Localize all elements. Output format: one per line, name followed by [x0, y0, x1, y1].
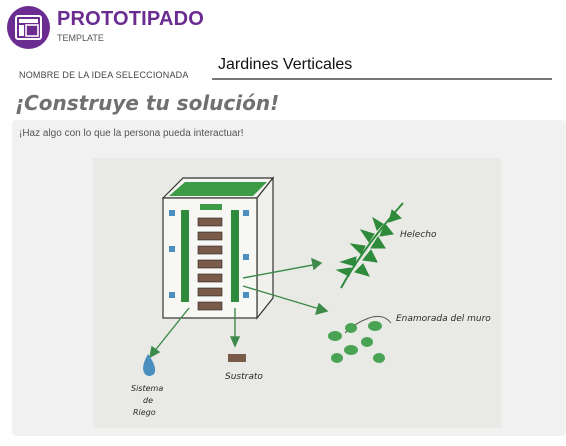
- instruction-text: ¡Haz algo con lo que la persona pueda in…: [19, 128, 244, 139]
- prototype-sketch: Helecho Enamorada del muro Sustrato Sist…: [93, 158, 501, 428]
- idea-name-underline: [212, 78, 552, 80]
- fern-drawing: [335, 202, 404, 289]
- water-drop-icon: [143, 354, 156, 376]
- brand-title: PROTOTIPADO: [57, 8, 205, 30]
- section-heading: ¡Construye tu solución!: [15, 91, 280, 115]
- idea-name-label: NOMBRE DE LA IDEA SELECCIONADA: [19, 70, 189, 80]
- label-enamorada: Enamorada del muro: [396, 314, 491, 324]
- label-riego-2: de: [143, 396, 153, 405]
- label-riego-3: Riego: [133, 408, 156, 417]
- substrate-block-drawing: [228, 354, 246, 362]
- label-helecho: Helecho: [400, 230, 437, 240]
- climbing-plant-drawing: [328, 315, 392, 363]
- layout-template-icon: [15, 15, 42, 40]
- app-logo: [7, 6, 50, 49]
- label-sustrato: Sustrato: [225, 372, 263, 382]
- label-riego-1: Sistema: [131, 384, 163, 393]
- idea-name-input[interactable]: Jardines Verticales: [218, 56, 352, 74]
- vertical-planter-drawing: [161, 176, 275, 320]
- brand-subtitle: TEMPLATE: [57, 33, 104, 43]
